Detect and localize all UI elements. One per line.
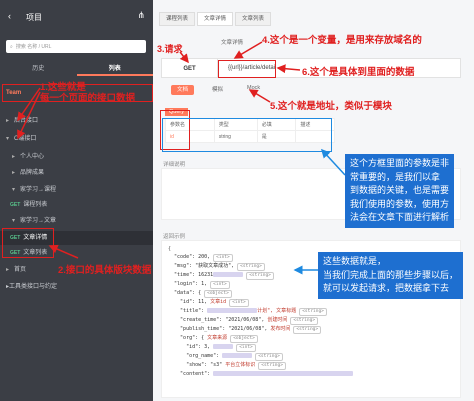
search-input[interactable]: ⌕ 搜索 名称 / URL [6, 40, 146, 53]
json-line: "org": { [180, 335, 205, 342]
sidebar-item-label: C端接口 [14, 136, 37, 142]
annotation-3: 3.请求 [157, 44, 183, 54]
json-note: 创建时间 [267, 317, 288, 324]
sidebar-item[interactable]: ▾ 家学习→文章 [0, 214, 153, 228]
sidebar-item-label: 家学习→文章 [20, 218, 57, 224]
sidebar-item-label: 课程列表 [23, 202, 48, 208]
folder-icon: ▸ [6, 118, 10, 124]
doc-subtabs: 文档 模拟 Mock [161, 85, 461, 95]
json-note: 文章来源 [207, 335, 228, 342]
json-line: "msg": "获取文章成功", [174, 263, 235, 270]
sidebar-item-label: 后台接口 [14, 118, 39, 124]
back-arrow-icon[interactable]: ‹ [8, 11, 11, 21]
tab-article-detail[interactable]: 文章详情 [197, 12, 234, 26]
sidebar: ‹ 项目 ⋔ ⌕ 搜索 名称 / URL 历史 列表 Team ▸ 后台接口 ▾ C… [0, 0, 153, 401]
tab-history[interactable]: 历史 [0, 62, 77, 76]
annotation-box-params [162, 118, 332, 152]
json-line: "content": [180, 371, 211, 378]
json-line: "id": 11, [180, 299, 208, 306]
method-badge: GET [10, 202, 21, 208]
tab-list[interactable]: 列表 [76, 62, 153, 76]
search-icon: ⌕ [10, 43, 13, 50]
subtab-mock[interactable]: Mock [241, 85, 266, 95]
json-type: <int> [213, 254, 233, 263]
detail-section-label: 详细说明 [163, 162, 186, 168]
sidebar-item-label: 家学习→课程 [20, 187, 57, 193]
project-title: 项目 [26, 13, 42, 22]
json-type: <string> [293, 326, 322, 335]
annotation-1: 1.这些就是 每一个页面的接口数据 [40, 82, 136, 104]
annotation-2: 2.接口的具体版块数据 [58, 265, 152, 276]
annotation-4: 4.这个是一个变量，是用来存放域名的 [262, 35, 422, 46]
json-line: "time": 16231 [174, 272, 214, 279]
json-line: "publish_time": "2021/06/08", [180, 326, 268, 333]
method-select[interactable]: GET [162, 59, 218, 77]
sidebar-footer-label: 工具类接口与约定 [9, 284, 58, 290]
folder-icon: ▸ [12, 170, 16, 176]
sidebar-item-label: 个人中心 [20, 154, 45, 160]
subtab-docs[interactable]: 文档 [171, 85, 195, 95]
json-type: <string> [237, 263, 265, 272]
sidebar-item-label: 品牌成果 [20, 170, 45, 176]
json-line: "code": 200, [174, 254, 211, 261]
json-type: <string> [290, 317, 319, 326]
annotation-box-url [218, 60, 276, 78]
sidebar-tabs: 历史 列表 [0, 62, 153, 76]
subtab-simulate[interactable]: 模拟 [206, 85, 229, 95]
annotation-6: 6.这个是具体到里面的数据 [302, 67, 415, 78]
annotation-5: 5.这个就是地址，类似于模块 [270, 101, 392, 112]
json-type: <string> [258, 362, 286, 371]
share-icon[interactable]: ⋔ [137, 10, 145, 21]
json-note: 平台立体标识 [225, 362, 256, 369]
sidebar-header: ‹ 项目 ⋔ [0, 0, 153, 38]
json-type: <int> [229, 299, 249, 308]
json-line: "title": [180, 308, 205, 315]
folder-icon: ▾ [6, 136, 10, 142]
folder-icon: ▸ [12, 154, 16, 160]
json-type: <object> [230, 335, 258, 344]
json-line: "login": 1, [174, 281, 208, 288]
sidebar-item[interactable]: ▸ 个人中心 [0, 150, 153, 164]
example-section-label: 返回示例 [163, 234, 186, 240]
json-type: <int> [236, 344, 256, 353]
json-line: "create_time": "2021/06/08", [180, 317, 265, 324]
json-line: "org_name": [186, 353, 220, 360]
folder-icon: ▾ [12, 187, 16, 193]
json-type: <string> [255, 353, 283, 362]
sidebar-item[interactable]: ▾ 家学习→课程 [0, 183, 153, 197]
json-note: 发布时间 [270, 326, 291, 333]
sidebar-footer[interactable]: ▸工具类接口与约定 [0, 280, 153, 294]
json-type: <int> [210, 281, 230, 290]
sidebar-item-folder[interactable]: ▸ 后台接口 [0, 114, 153, 128]
sidebar-item-folder[interactable]: ▾ C端接口 [0, 132, 153, 146]
folder-icon: ▾ [12, 218, 16, 224]
json-line: "id": 3, [186, 344, 211, 351]
json-note: 计划", 文章标题 [257, 308, 297, 315]
json-type: <string> [299, 308, 327, 317]
annotation-blue-params: 这个方框里面的参数是非 常重要的，是我们以拿 到数据的关键，也是需要 我们使用的… [345, 154, 455, 228]
editor-tabs: 课程列表 文章详情 文章列表 [153, 12, 474, 26]
json-note: 文章id [210, 299, 227, 306]
sidebar-item-label: 首页 [14, 267, 27, 273]
json-type: <object> [204, 290, 232, 299]
sidebar-item[interactable]: ▸ 品牌成果 [0, 166, 153, 180]
annotation-blue-response: 这些数据就是， 当我们完成上面的那些步骤以后， 就可以发起请求，把数据拿下去 [318, 252, 464, 299]
json-line: "show": "s3" [186, 362, 223, 369]
folder-icon: ▸ [6, 267, 10, 273]
search-placeholder: 搜索 名称 / URL [15, 44, 52, 50]
json-type: <string> [246, 272, 274, 281]
json-line: { [168, 246, 172, 252]
tab-course-list[interactable]: 课程列表 [159, 12, 196, 26]
column-label: 文章详情 [221, 40, 244, 46]
json-line: "data": { [174, 290, 202, 297]
annotation-box-detail [2, 228, 54, 258]
tab-article-list[interactable]: 文章列表 [235, 12, 272, 26]
sidebar-item-get[interactable]: GET 课程列表 [0, 198, 153, 212]
